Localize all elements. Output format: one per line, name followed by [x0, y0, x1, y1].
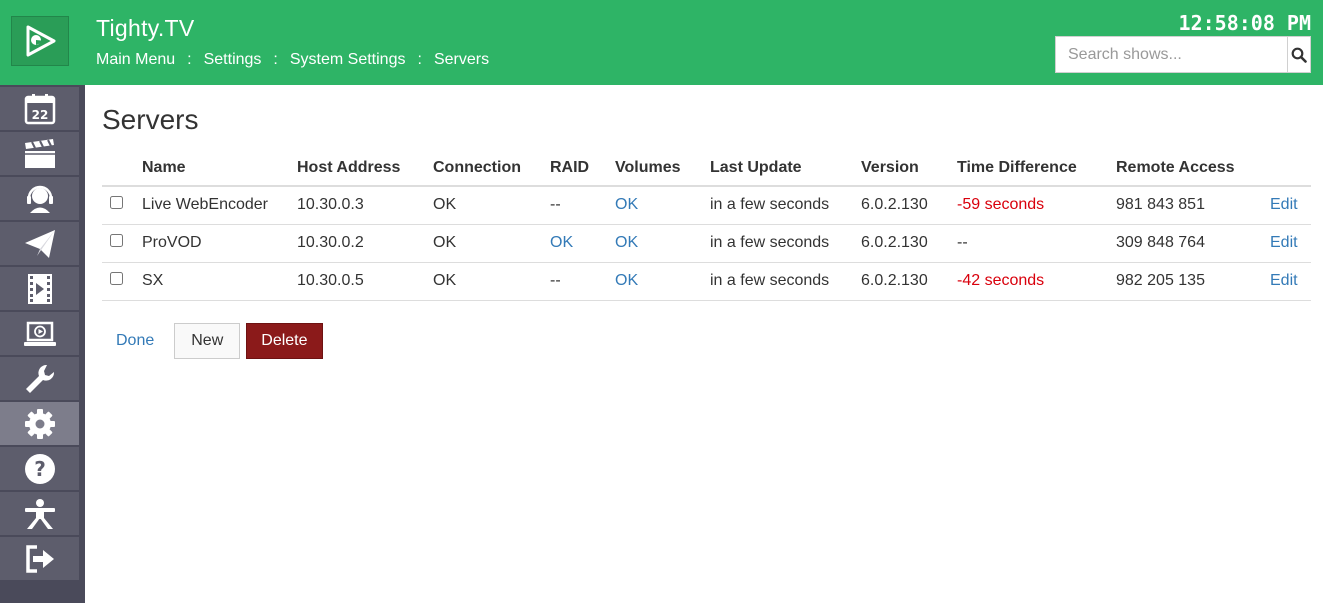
- search-button[interactable]: [1287, 37, 1310, 72]
- column-header-select: [102, 150, 134, 187]
- top-header: Tighty.TV Main Menu : Settings : System …: [85, 0, 1323, 85]
- table-row: Live WebEncoder 10.30.0.3 OK -- OK in a …: [102, 186, 1311, 225]
- column-header-name: Name: [134, 150, 289, 187]
- breadcrumb: Main Menu : Settings : System Settings :…: [96, 51, 489, 69]
- sidebar-item-calendar[interactable]: 22: [0, 87, 79, 130]
- breadcrumb-settings[interactable]: Settings: [204, 51, 262, 69]
- column-header-last-update: Last Update: [702, 150, 853, 187]
- calendar-icon: 22: [24, 93, 55, 124]
- laptop-play-icon: [23, 321, 56, 346]
- delete-button[interactable]: Delete: [246, 322, 323, 359]
- sidebar-item-support[interactable]: [0, 177, 79, 220]
- server-name: SX: [134, 262, 289, 301]
- server-raid: --: [542, 262, 607, 301]
- sidebar-nav: 22 ?: [0, 87, 85, 582]
- clapperboard-icon: [24, 138, 55, 168]
- server-raid: --: [542, 186, 607, 225]
- column-header-time-difference: Time Difference: [949, 150, 1108, 187]
- sidebar-item-logout[interactable]: [0, 537, 79, 580]
- logo-area: [0, 0, 85, 85]
- server-host: 10.30.0.3: [289, 186, 425, 225]
- film-icon: [27, 273, 52, 304]
- breadcrumb-servers[interactable]: Servers: [434, 51, 489, 69]
- server-time-difference: -59 seconds: [949, 186, 1108, 225]
- headset-icon: [26, 185, 53, 213]
- sidebar-item-send[interactable]: [0, 222, 79, 265]
- column-header-volumes: Volumes: [607, 150, 702, 187]
- server-volumes-link[interactable]: OK: [607, 262, 702, 301]
- search-box: [1055, 36, 1311, 73]
- accessibility-icon: [24, 498, 55, 529]
- server-name: ProVOD: [134, 224, 289, 263]
- edit-link[interactable]: Edit: [1262, 262, 1311, 301]
- sidebar-item-tools[interactable]: [0, 357, 79, 400]
- wrench-icon: [25, 364, 54, 393]
- gear-icon: [24, 408, 55, 439]
- clock: 12:58:08 PM: [1178, 11, 1311, 35]
- app-title[interactable]: Tighty.TV: [96, 15, 195, 42]
- sidebar-item-settings[interactable]: [0, 402, 79, 445]
- server-time-difference: --: [949, 224, 1108, 263]
- calendar-day: 22: [31, 108, 48, 122]
- server-raid-link[interactable]: OK: [542, 224, 607, 263]
- svg-text:?: ?: [34, 457, 46, 481]
- server-host: 10.30.0.5: [289, 262, 425, 301]
- server-last-update: in a few seconds: [702, 186, 853, 225]
- column-header-connection: Connection: [425, 150, 542, 187]
- server-last-update: in a few seconds: [702, 262, 853, 301]
- breadcrumb-separator: :: [187, 51, 192, 68]
- help-icon: ?: [24, 453, 55, 484]
- paper-plane-icon: [24, 229, 55, 258]
- action-bar: Done New Delete: [102, 322, 1312, 359]
- server-host: 10.30.0.2: [289, 224, 425, 263]
- done-button[interactable]: Done: [102, 324, 168, 358]
- search-icon: [1291, 47, 1307, 63]
- breadcrumb-system-settings[interactable]: System Settings: [290, 51, 406, 69]
- sidebar: 22 ?: [0, 0, 85, 603]
- server-connection: OK: [425, 224, 542, 263]
- breadcrumb-separator: :: [417, 51, 422, 68]
- table-header-row: Name Host Address Connection RAID Volume…: [102, 150, 1311, 187]
- servers-table: Name Host Address Connection RAID Volume…: [102, 150, 1311, 301]
- app-logo[interactable]: [11, 16, 69, 66]
- edit-link[interactable]: Edit: [1262, 224, 1311, 263]
- edit-link[interactable]: Edit: [1262, 186, 1311, 225]
- server-version: 6.0.2.130: [853, 262, 949, 301]
- sidebar-item-media[interactable]: [0, 267, 79, 310]
- sidebar-item-help[interactable]: ?: [0, 447, 79, 490]
- server-version: 6.0.2.130: [853, 186, 949, 225]
- table-row: ProVOD 10.30.0.2 OK OK OK in a few secon…: [102, 224, 1311, 263]
- sidebar-item-shows[interactable]: [0, 132, 79, 175]
- column-header-remote-access: Remote Access: [1108, 150, 1262, 187]
- server-name: Live WebEncoder: [134, 186, 289, 225]
- server-connection: OK: [425, 186, 542, 225]
- breadcrumb-main-menu[interactable]: Main Menu: [96, 51, 175, 69]
- server-version: 6.0.2.130: [853, 224, 949, 263]
- page-title: Servers: [102, 104, 199, 135]
- column-header-raid: RAID: [542, 150, 607, 187]
- server-remote-access: 981 843 851: [1108, 186, 1262, 225]
- table-row: SX 10.30.0.5 OK -- OK in a few seconds 6…: [102, 262, 1311, 301]
- server-remote-access: 982 205 135: [1108, 262, 1262, 301]
- sidebar-item-accessibility[interactable]: [0, 492, 79, 535]
- server-volumes-link[interactable]: OK: [607, 224, 702, 263]
- row-select-checkbox[interactable]: [110, 196, 123, 210]
- main-content: Servers Name Host Address Connection RAI…: [102, 104, 1312, 359]
- server-remote-access: 309 848 764: [1108, 224, 1262, 263]
- column-header-version: Version: [853, 150, 949, 187]
- server-connection: OK: [425, 262, 542, 301]
- sidebar-item-broadcast[interactable]: [0, 312, 79, 355]
- breadcrumb-separator: :: [273, 51, 278, 68]
- server-volumes-link[interactable]: OK: [607, 186, 702, 225]
- new-button[interactable]: New: [174, 322, 241, 359]
- row-select-checkbox[interactable]: [110, 272, 123, 285]
- logout-icon: [25, 544, 54, 573]
- row-select-checkbox[interactable]: [110, 234, 123, 247]
- column-header-host-address: Host Address: [289, 150, 425, 187]
- server-last-update: in a few seconds: [702, 224, 853, 263]
- play-logo-icon: [26, 25, 56, 57]
- server-time-difference: -42 seconds: [949, 262, 1108, 301]
- column-header-actions: [1262, 150, 1311, 187]
- search-input[interactable]: [1056, 37, 1287, 72]
